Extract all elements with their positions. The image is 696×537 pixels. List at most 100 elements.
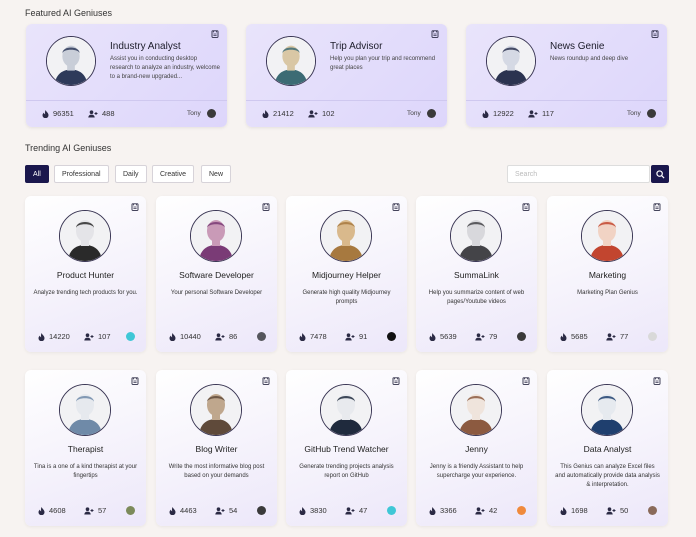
uses-stat: 14220 [38, 332, 70, 341]
owner-avatar[interactable] [648, 506, 657, 515]
featured-card[interactable]: News Genie News roundup and deep dive 1292… [466, 24, 667, 127]
copy-icon[interactable] [262, 377, 270, 385]
copy-icon[interactable] [522, 203, 530, 211]
copy-icon[interactable] [653, 203, 661, 211]
genius-card[interactable]: SummaLink Help you summarize content of w… [416, 196, 537, 352]
copy-icon[interactable] [431, 30, 439, 38]
users-count: 42 [489, 506, 498, 515]
owner-avatar[interactable] [517, 332, 526, 341]
users-icon [215, 506, 225, 514]
users-stat: 79 [475, 332, 497, 341]
owner-avatar[interactable] [387, 506, 396, 515]
copy-icon[interactable] [392, 377, 400, 385]
uses-count: 5685 [571, 332, 588, 341]
users-count: 77 [620, 332, 629, 341]
fire-icon [299, 506, 306, 515]
copy-icon[interactable] [131, 377, 139, 385]
uses-stat: 4608 [38, 506, 66, 515]
owner-name: Tony [627, 110, 641, 117]
owner-name: Tony [407, 110, 421, 117]
copy-icon[interactable] [211, 30, 219, 38]
genius-avatar-image [321, 211, 371, 261]
uses-stat: 1698 [560, 506, 588, 515]
genius-card[interactable]: Midjourney Helper Generate high quality M… [286, 196, 407, 352]
filter-new[interactable]: New [201, 165, 232, 183]
users-icon [84, 332, 94, 340]
filter-creative[interactable]: Creative [152, 165, 195, 183]
genius-description: Analyze trending tech products for you. [33, 290, 138, 296]
uses-count: 10440 [180, 332, 201, 341]
users-icon [308, 109, 318, 117]
fire-icon [42, 109, 49, 118]
users-stat: 102 [308, 109, 335, 118]
owner-avatar[interactable] [207, 109, 216, 118]
users-stat: 54 [215, 506, 237, 515]
owner-avatar[interactable] [648, 332, 657, 341]
genius-card[interactable]: Data Analyst This Genius can analyze Exce… [547, 370, 668, 526]
genius-avatar-image [321, 385, 371, 435]
filter-daily[interactable]: Daily [115, 165, 147, 183]
uses-count: 3366 [440, 506, 457, 515]
genius-avatar-image [47, 37, 95, 85]
users-icon [345, 332, 355, 340]
users-icon [88, 109, 98, 117]
search-input[interactable]: Search [507, 165, 650, 183]
genius-description: Tina is a one of a kind therapist at you… [33, 464, 138, 479]
genius-card[interactable]: Marketing Marketing Plan Genius 5685 77 [547, 196, 668, 352]
owner-name: Tony [187, 110, 201, 117]
users-stat: 42 [475, 506, 497, 515]
copy-icon[interactable] [522, 377, 530, 385]
uses-stat: 5685 [560, 332, 588, 341]
featured-card[interactable]: Trip Advisor Help you plan your trip and … [246, 24, 447, 127]
genius-card[interactable]: Blog Writer Write the most informative bl… [156, 370, 277, 526]
genius-card[interactable]: Jenny Jenny is a friendly Assistant to he… [416, 370, 537, 526]
owner-avatar[interactable] [257, 332, 266, 341]
uses-stat: 7478 [299, 332, 327, 341]
owner-avatar[interactable] [517, 506, 526, 515]
copy-icon[interactable] [392, 203, 400, 211]
genius-card[interactable]: Product Hunter Analyze trending tech prod… [25, 196, 146, 352]
avatar [581, 384, 633, 436]
genius-card[interactable]: Therapist Tina is a one of a kind therapi… [25, 370, 146, 526]
filter-professional[interactable]: Professional [54, 165, 109, 183]
genius-description: Help you summarize content of web pages/… [428, 290, 525, 305]
uses-count: 21412 [273, 109, 294, 118]
users-count: 117 [542, 109, 554, 118]
owner-avatar[interactable] [647, 109, 656, 118]
trending-section-title: Trending AI Geniuses [25, 143, 112, 153]
genius-card[interactable]: Software Developer Your personal Software… [156, 196, 277, 352]
genius-card[interactable]: GitHub Trend Watcher Generate trending pr… [286, 370, 407, 526]
users-icon [528, 109, 538, 117]
copy-icon[interactable] [131, 203, 139, 211]
owner-avatar[interactable] [387, 332, 396, 341]
genius-description: Help you plan your trip and recommend gr… [330, 56, 436, 71]
users-stat: 488 [88, 109, 115, 118]
owner-avatar[interactable] [257, 506, 266, 515]
genius-description: Jenny is a friendly Assistant to help su… [429, 464, 524, 479]
users-count: 107 [98, 332, 111, 341]
genius-name: News Genie [550, 41, 605, 52]
copy-icon[interactable] [653, 377, 661, 385]
owner-avatar[interactable] [126, 506, 135, 515]
uses-stat: 3830 [299, 506, 327, 515]
owner-avatar[interactable] [126, 332, 135, 341]
users-stat: 77 [606, 332, 628, 341]
uses-count: 14220 [49, 332, 70, 341]
genius-avatar-image [60, 385, 110, 435]
filter-all[interactable]: All [25, 165, 49, 183]
copy-icon[interactable] [651, 30, 659, 38]
uses-stat: 3366 [429, 506, 457, 515]
avatar [581, 210, 633, 262]
fire-icon [169, 506, 176, 515]
featured-card[interactable]: Industry Analyst Assist you in conducting… [26, 24, 227, 127]
users-icon [606, 506, 616, 514]
avatar [320, 384, 372, 436]
search-icon [655, 169, 665, 179]
search-button[interactable] [651, 165, 669, 183]
genius-avatar-image [267, 37, 315, 85]
genius-description: News roundup and deep dive [550, 56, 629, 62]
copy-icon[interactable] [262, 203, 270, 211]
owner-avatar[interactable] [427, 109, 436, 118]
uses-stat: 10440 [169, 332, 201, 341]
avatar [59, 384, 111, 436]
